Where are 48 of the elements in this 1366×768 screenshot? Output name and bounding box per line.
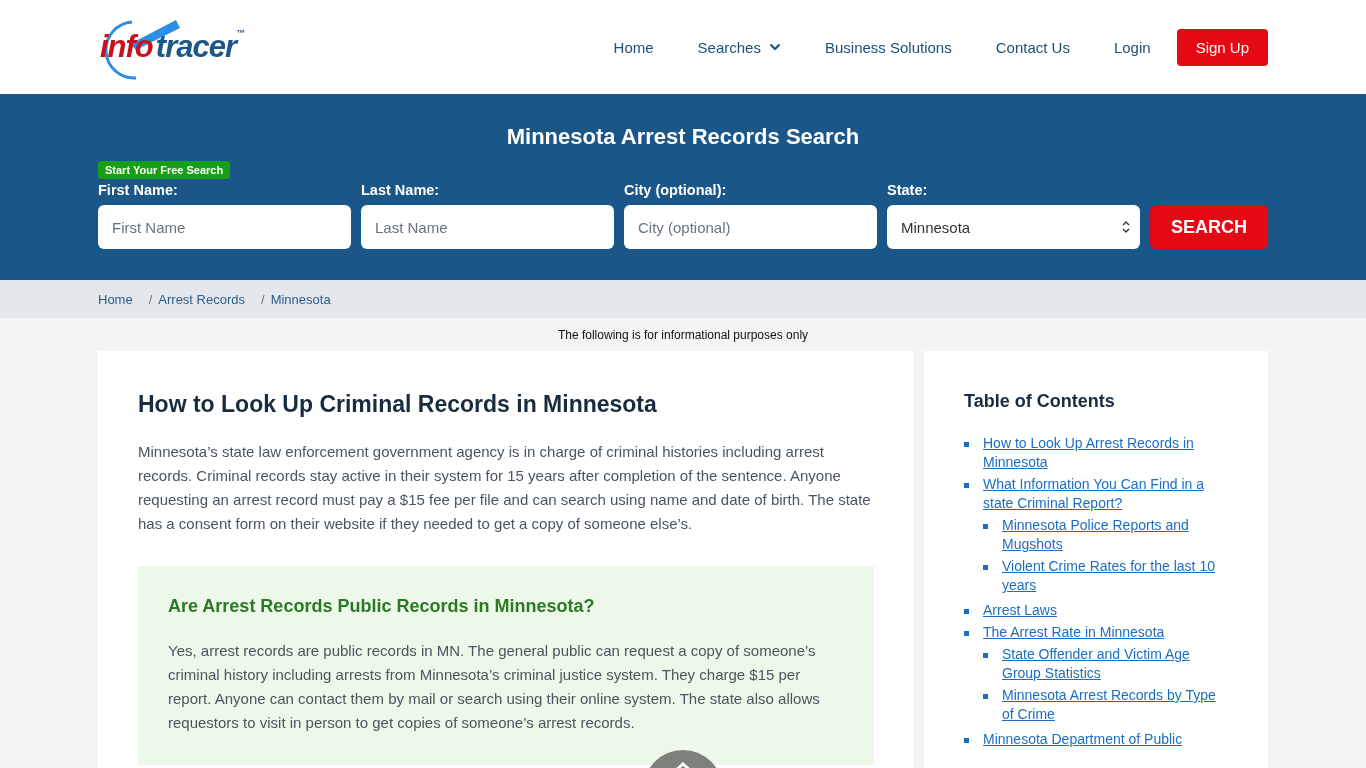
toc-link[interactable]: State Offender and Victim Age Group Statistics <box>1002 645 1228 683</box>
notice-text: The following is for informational purposes only <box>556 328 810 342</box>
toc-link[interactable]: What Information You Can Find in a state Criminal Report? <box>983 475 1228 513</box>
nav-link[interactable]: Business Solutions <box>824 38 952 56</box>
breadcrumb-link[interactable]: Arrest Records <box>158 291 245 307</box>
text-input-field[interactable]: Last Name <box>361 205 614 249</box>
text-input-field[interactable]: City (optional) <box>624 205 877 249</box>
callout-text: Yes, arrest records are public records in MN. The general public can request a copy of someone’s criminal history including arrests from Minnesota’s criminal justice system. They charge $15 per report. Anyone can contact them by mail or search using their online system. The state also allows requestors to visit in person to get copies of someone’s arrest records. <box>168 641 821 733</box>
toc-link[interactable]: Minnesota Police Reports and Mugshots <box>1002 516 1228 554</box>
nav-link[interactable]: Contact Us <box>995 38 1070 56</box>
breadcrumb-separator: / <box>148 291 153 307</box>
toc-link[interactable]: The Arrest Rate in Minnesota <box>983 623 1228 642</box>
free-search-badge: Start Your Free Search <box>98 161 231 179</box>
nav-link[interactable]: Login <box>1113 38 1151 56</box>
toc-link[interactable]: Violent Crime Rates for the last 10 years <box>1002 557 1228 595</box>
toc-link[interactable]: Minnesota Department of Public <box>983 730 1228 749</box>
bullet-icon <box>983 524 988 529</box>
field-label: Last Name: <box>361 182 441 199</box>
bullet-icon <box>964 631 969 636</box>
search-title: Minnesota Arrest Records Search <box>505 123 861 151</box>
toc-link[interactable]: Minnesota Arrest Records by Type of Crime <box>1002 686 1228 724</box>
field-label: First Name: <box>98 182 179 199</box>
field-label: State: <box>887 182 929 199</box>
chevron-down-icon <box>768 43 781 51</box>
breadcrumb-link[interactable]: Home <box>98 291 133 307</box>
bullet-icon <box>983 653 988 658</box>
bullet-icon <box>983 565 988 570</box>
bullet-icon <box>964 483 969 488</box>
bullet-icon <box>964 609 969 614</box>
bullet-icon <box>964 442 969 447</box>
article-paragraph: Minnesota’s state law enforcement government agency is in charge of criminal histories including arrest records. Criminal records stay active in their system for 15 years after completion of the sentence. Anyone requesting an arrest record must pay a $15 fee per file and can search using name and date of birth. The state has a consent form on their website if they needed to get a copy of someone else’s. <box>138 442 872 534</box>
up-down-arrows-icon <box>1122 220 1130 234</box>
toc-link[interactable]: Arrest Laws <box>983 601 1228 620</box>
toc-link[interactable]: How to Look Up Arrest Records in Minnesota <box>983 434 1228 472</box>
field-label: City (optional): <box>624 182 728 199</box>
signup-button[interactable]: Sign Up <box>1176 28 1268 66</box>
state-select[interactable]: Minnesota <box>887 205 1140 249</box>
breadcrumb-link[interactable]: Minnesota <box>270 291 331 307</box>
breadcrumb-separator: / <box>261 291 265 307</box>
toc-title: Table of Contents <box>964 391 1116 412</box>
text-input-field[interactable]: First Name <box>98 205 351 249</box>
article-heading: How to Look Up Criminal Records in Minnesota <box>138 391 658 418</box>
nav-link[interactable]: Home <box>613 38 654 56</box>
callout-heading: Are Arrest Records Public Records in Minnesota? <box>168 596 596 617</box>
nav-dropdown[interactable]: Searches <box>697 38 781 56</box>
search-button[interactable]: SEARCH <box>1150 205 1268 249</box>
bullet-icon <box>983 694 988 699</box>
bullet-icon <box>964 738 969 743</box>
